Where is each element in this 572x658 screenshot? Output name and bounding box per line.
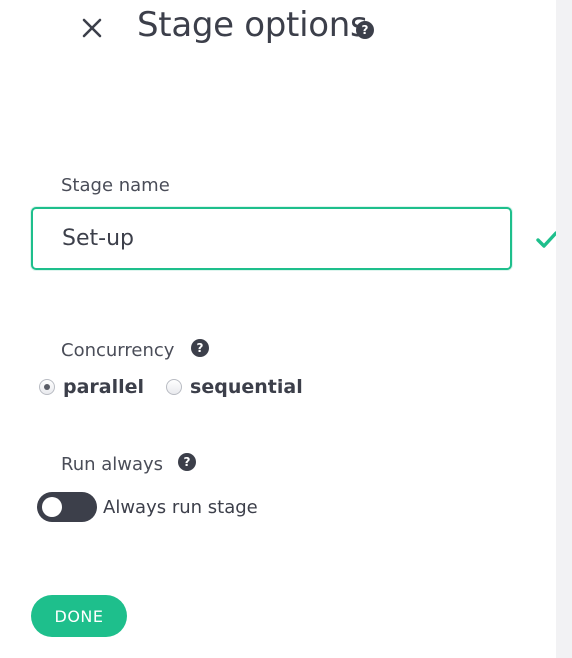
radio-parallel[interactable]: [39, 379, 55, 395]
stage-name-label: Stage name: [61, 175, 170, 196]
done-button[interactable]: DONE: [31, 595, 127, 637]
run-always-toggle-row: Always run stage: [37, 492, 258, 522]
run-always-label: Run always: [61, 454, 164, 475]
concurrency-label: Concurrency: [61, 340, 175, 361]
close-button[interactable]: [78, 14, 106, 42]
checkmark-icon: [536, 231, 558, 248]
radio-option-sequential[interactable]: sequential: [166, 376, 303, 398]
side-panel-edge: [556, 0, 572, 658]
page-title: Stage options: [137, 5, 368, 45]
radio-label-sequential: sequential: [190, 376, 303, 398]
radio-sequential[interactable]: [166, 379, 183, 395]
toggle-knob: [42, 497, 62, 517]
question-circle-icon[interactable]: ?: [356, 21, 374, 39]
stage-name-input[interactable]: [31, 207, 512, 270]
radio-label-parallel: parallel: [63, 376, 145, 398]
close-icon: [82, 18, 102, 38]
radio-option-parallel[interactable]: parallel: [39, 376, 144, 398]
run-always-help-icon[interactable]: ?: [178, 453, 196, 471]
run-always-toggle-label: Always run stage: [103, 496, 258, 518]
run-always-toggle[interactable]: [37, 492, 97, 522]
concurrency-radio-group: parallel sequential: [39, 374, 325, 400]
stage-options-panel: Stage options ? Stage name Concurrency ?…: [0, 0, 558, 658]
concurrency-help-icon[interactable]: ?: [191, 339, 209, 357]
